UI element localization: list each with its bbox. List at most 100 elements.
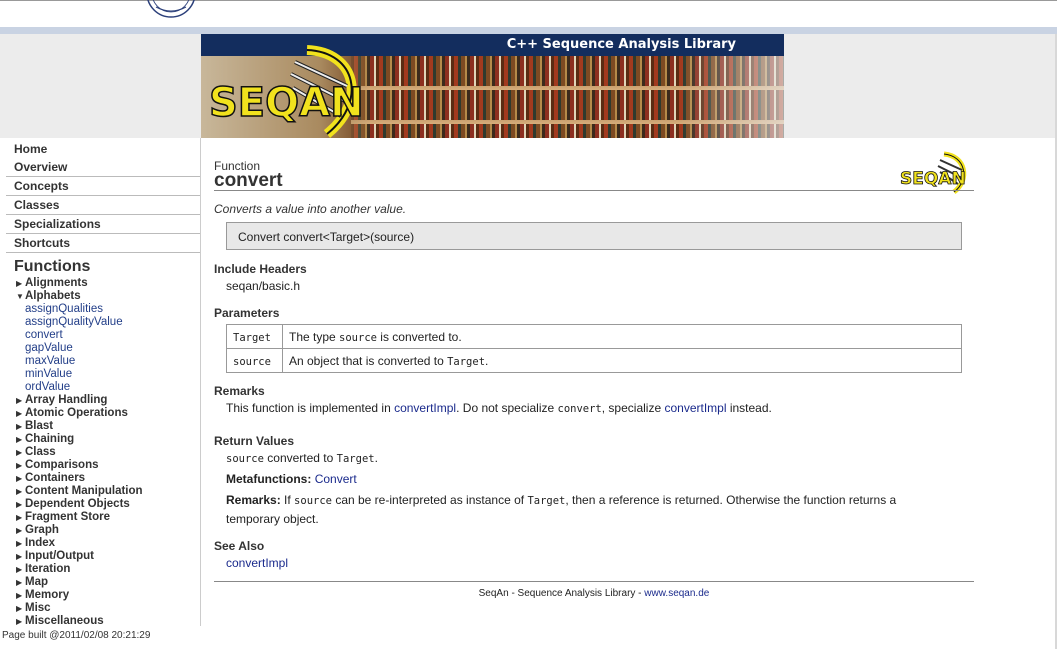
triangle-right-icon[interactable]: ▶ [16, 511, 25, 524]
function-category-index[interactable]: ▶ Index [6, 537, 201, 550]
function-category-map[interactable]: ▶ Map [6, 576, 201, 589]
function-link-gapvalue[interactable]: gapValue [6, 342, 201, 355]
sidebar-item-overview[interactable]: Overview [6, 158, 201, 177]
function-category-label: Array Handling [25, 394, 108, 406]
sidebar-item-concepts[interactable]: Concepts [6, 177, 201, 196]
return-remarks-code-target: Target [527, 495, 566, 507]
parameter-name-code: Target [233, 331, 271, 344]
triangle-right-icon[interactable]: ▶ [16, 459, 25, 472]
function-category-label: Iteration [25, 563, 71, 575]
function-category-label: Misc [25, 602, 51, 614]
convertimpl-link-2[interactable]: convertImpl [664, 401, 726, 415]
function-category-alignments[interactable]: ▶ Alignments [6, 277, 201, 290]
function-category-class[interactable]: ▶ Class [6, 446, 201, 459]
sidebar-item-classes[interactable]: Classes [6, 196, 201, 215]
triangle-down-icon[interactable]: ▼ [16, 290, 25, 303]
function-category-atomic-operations[interactable]: ▶ Atomic Operations [6, 407, 201, 420]
footer-text: SeqAn - Sequence Analysis Library - [478, 588, 645, 599]
seqan-logo[interactable]: SEQAN [207, 42, 377, 138]
function-link-minvalue[interactable]: minValue [6, 368, 201, 381]
parameter-desc-text: The type [289, 329, 340, 344]
triangle-right-icon[interactable]: ▶ [16, 485, 25, 498]
parameter-name: source [226, 348, 283, 373]
function-category-input-output[interactable]: ▶ Input/Output [6, 550, 201, 563]
function-category-array-handling[interactable]: ▶ Array Handling [6, 394, 201, 407]
function-category-label: Map [25, 576, 48, 588]
function-category-label: Comparisons [25, 459, 99, 471]
seqan-small-logo: SEQAN [900, 151, 967, 194]
return-text-2: . [374, 451, 378, 465]
convertimpl-link[interactable]: convertImpl [394, 401, 456, 415]
function-category-label: Chaining [25, 433, 75, 445]
function-link-assignqualities[interactable]: assignQualities [6, 303, 201, 316]
function-category-chaining[interactable]: ▶ Chaining [6, 433, 201, 446]
sidebar-item-specializations[interactable]: Specializations [6, 215, 201, 234]
triangle-right-icon[interactable]: ▶ [16, 537, 25, 550]
title-rule [214, 190, 974, 191]
function-category-misc[interactable]: ▶ Misc [6, 602, 201, 615]
triangle-right-icon[interactable]: ▶ [16, 433, 25, 446]
function-category-blast[interactable]: ▶ Blast [6, 420, 201, 433]
function-category-label: Blast [25, 420, 54, 432]
remarks-text-4: instead. [726, 401, 772, 415]
triangle-right-icon[interactable]: ▶ [16, 394, 25, 407]
parameter-desc-text: An object that is converted to [289, 353, 448, 368]
convert-metafunction-link[interactable]: Convert [315, 472, 357, 486]
remarks-text-1: This function is implemented in [226, 401, 395, 415]
function-category-label: Miscellaneous [25, 615, 104, 627]
function-category-fragment-store[interactable]: ▶ Fragment Store [6, 511, 201, 524]
function-link-convert[interactable]: convert [6, 329, 201, 342]
triangle-right-icon[interactable]: ▶ [16, 407, 25, 420]
remarks-heading: Remarks [214, 384, 265, 398]
triangle-right-icon[interactable]: ▶ [16, 498, 25, 511]
triangle-right-icon[interactable]: ▶ [16, 446, 25, 459]
function-category-memory[interactable]: ▶ Memory [6, 589, 201, 602]
parameter-desc-code: Target [447, 355, 486, 368]
function-category-label: Memory [25, 589, 70, 601]
return-remarks-3: , then a reference is returned. Otherwis… [565, 493, 897, 507]
bookshelf-fade [681, 56, 784, 138]
summary: Converts a value into another value. [214, 202, 407, 216]
triangle-right-icon[interactable]: ▶ [16, 589, 25, 602]
function-category-alphabets[interactable]: ▼Alphabets [6, 290, 201, 303]
function-link-ordvalue[interactable]: ordValue [6, 381, 201, 394]
function-category-label: Content Manipulation [25, 485, 143, 497]
remarks-text: This function is implemented in convertI… [226, 401, 772, 415]
triangle-right-icon[interactable]: ▶ [16, 472, 25, 485]
triangle-right-icon[interactable]: ▶ [16, 420, 25, 433]
function-link-assignqualityvalue[interactable]: assignQualityValue [6, 316, 201, 329]
sidebar-item-shortcuts[interactable]: Shortcuts [6, 234, 201, 253]
sidebar-function-list: ▶ Alignments ▼Alphabets assignQualities assi… [6, 277, 201, 628]
function-category-label: Input/Output [25, 550, 94, 562]
parameter-desc-code: source [339, 331, 377, 344]
triangle-right-icon[interactable]: ▶ [16, 550, 25, 563]
function-category-comparisons[interactable]: ▶ Comparisons [6, 459, 201, 472]
triangle-right-icon[interactable]: ▶ [16, 277, 25, 290]
function-category-containers[interactable]: ▶ Containers [6, 472, 201, 485]
seqan-website-link[interactable]: www.seqan.de [644, 588, 709, 599]
function-category-dependent-objects[interactable]: ▶ Dependent Objects [6, 498, 201, 511]
function-category-label: Atomic Operations [25, 407, 128, 419]
return-remarks-code-source: source [294, 495, 332, 507]
triangle-right-icon[interactable]: ▶ [16, 602, 25, 615]
triangle-right-icon[interactable]: ▶ [16, 576, 25, 589]
remarks-text-2: . Do not specialize [456, 401, 558, 415]
return-values-text: source converted to Target. [226, 451, 378, 465]
triangle-right-icon[interactable]: ▶ [16, 563, 25, 576]
return-code-target: Target [336, 453, 375, 465]
sidebar-item-home[interactable]: Home [6, 140, 201, 158]
function-link-maxvalue[interactable]: maxValue [6, 355, 201, 368]
function-category-miscellaneous[interactable]: ▶ Miscellaneous [6, 615, 201, 628]
function-category-graph[interactable]: ▶ Graph [6, 524, 201, 537]
parameter-name-code: source [233, 355, 271, 368]
triangle-right-icon[interactable]: ▶ [16, 524, 25, 537]
header-banner: C++ Sequence Analysis Library SEQAN [201, 34, 784, 138]
triangle-right-icon[interactable]: ▶ [16, 615, 25, 628]
include-headers-heading: Include Headers [214, 262, 307, 276]
parameter-description: The type source is converted to. [282, 324, 962, 349]
see-also-convertimpl-link[interactable]: convertImpl [226, 556, 288, 570]
return-text-1: converted to [263, 451, 337, 465]
function-category-content-manipulation[interactable]: ▶ Content Manipulation [6, 485, 201, 498]
footer: SeqAn - Sequence Analysis Library - www.… [214, 588, 974, 599]
function-category-iteration[interactable]: ▶ Iteration [6, 563, 201, 576]
